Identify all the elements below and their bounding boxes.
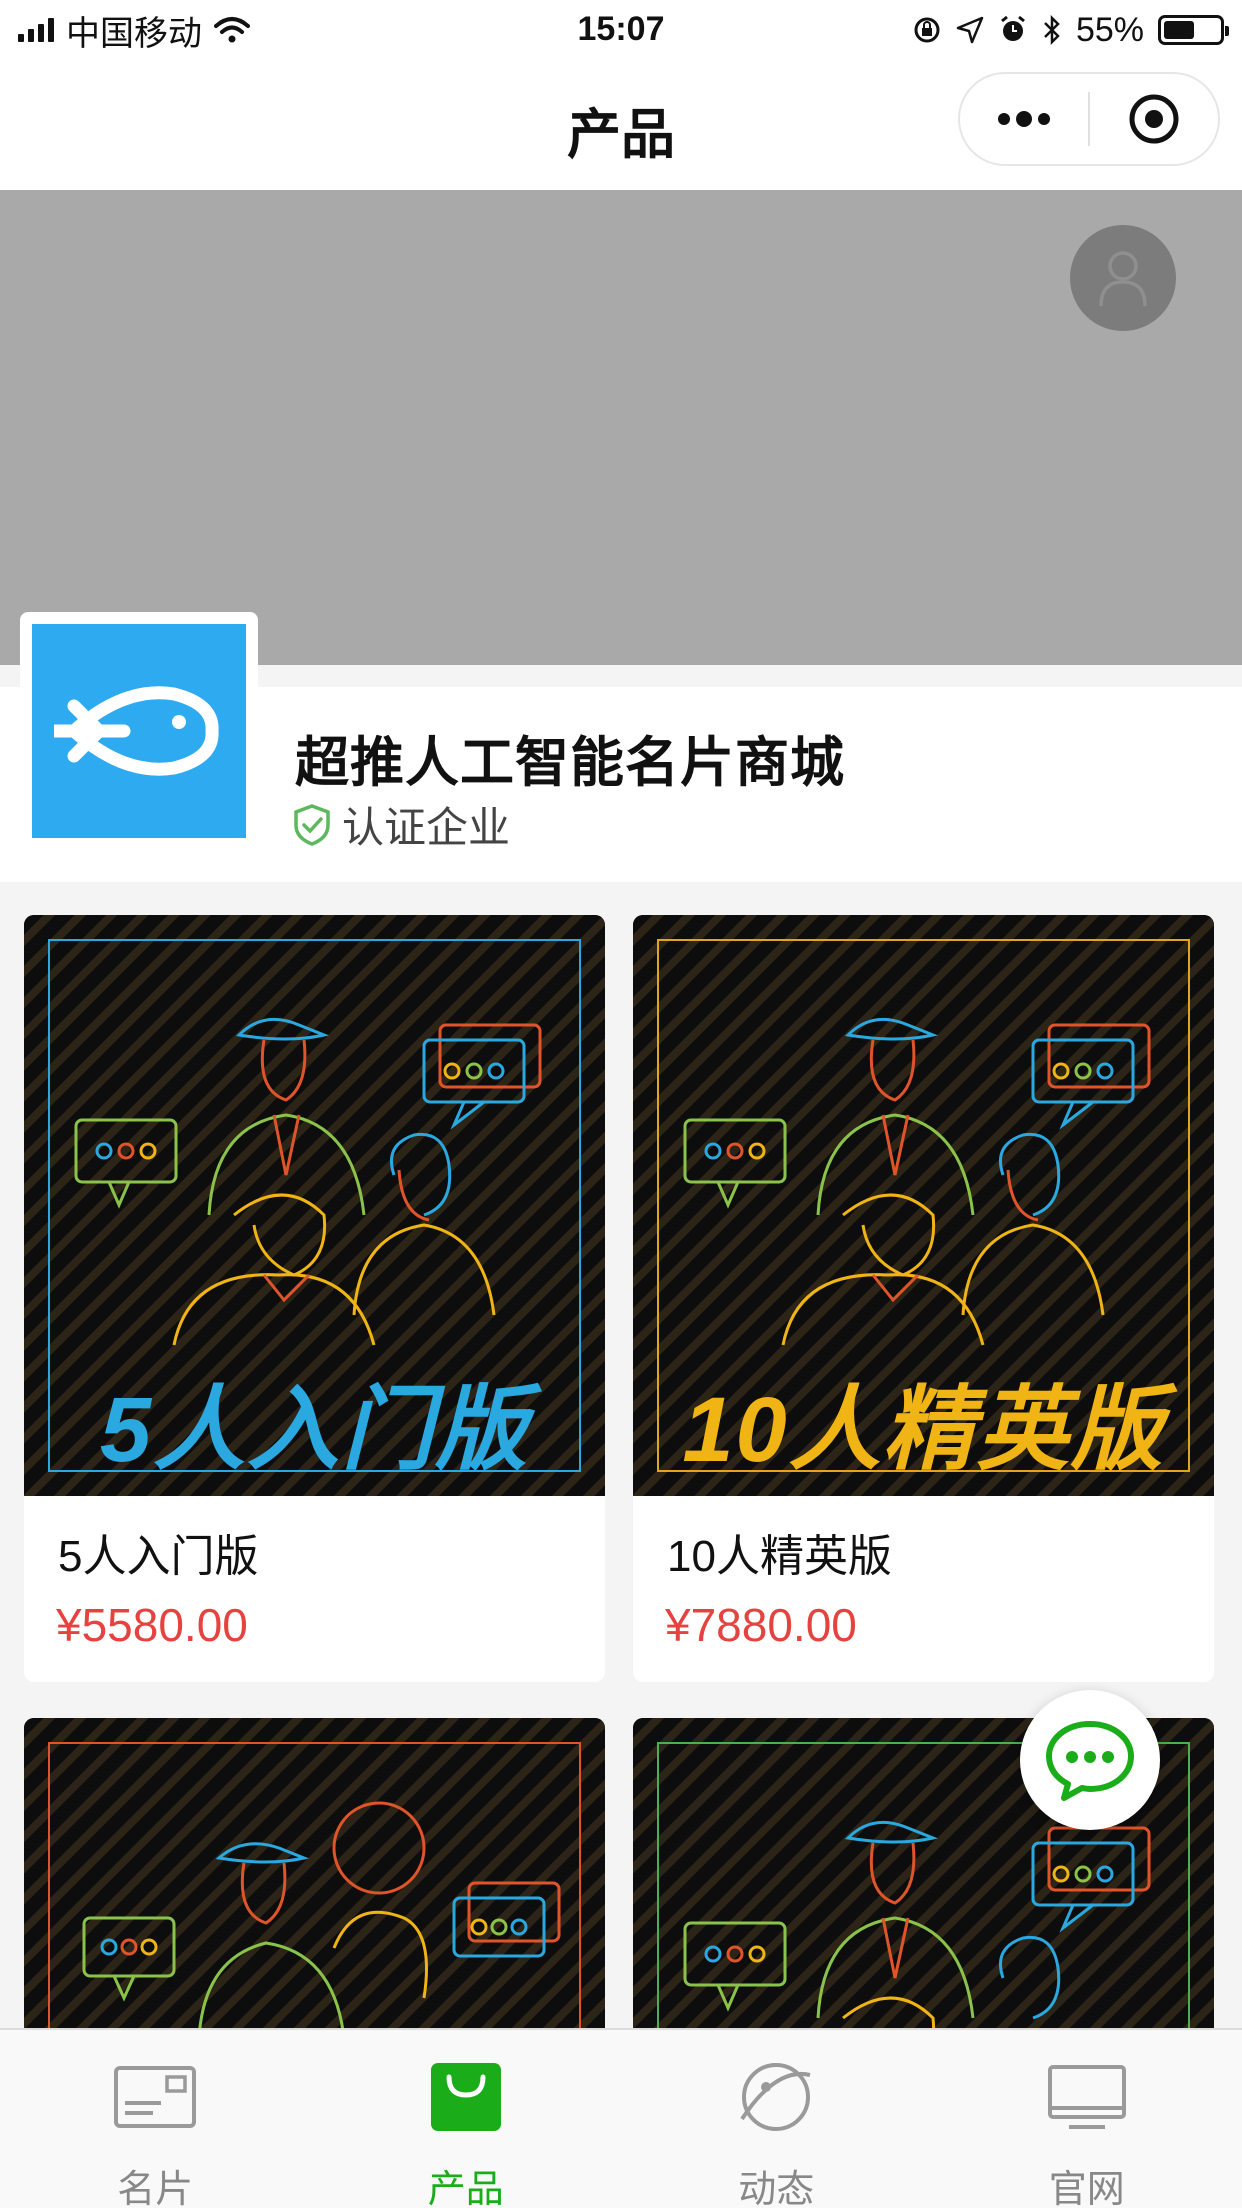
- product-price: ¥7880.00: [665, 1599, 857, 1651]
- tab-label: 名片: [117, 2169, 194, 2208]
- shield-check-icon: [294, 803, 330, 846]
- monitor-icon: [1042, 2052, 1132, 2142]
- battery-icon: [1158, 15, 1229, 45]
- status-right: 55%: [912, 10, 1229, 50]
- more-button[interactable]: [960, 74, 1088, 164]
- product-banner-text: 5人入门版: [99, 1379, 530, 1481]
- more-dots-icon: [998, 111, 1050, 127]
- product-image: 10人精英版: [633, 915, 1214, 1496]
- location-icon: [956, 16, 984, 44]
- tab-moments[interactable]: 动态: [621, 2030, 932, 2208]
- chat-button[interactable]: [1020, 1690, 1160, 1830]
- planet-icon: [731, 2052, 821, 2142]
- product-banner-text: 10人精英版: [682, 1379, 1165, 1481]
- tab-label: 动态: [738, 2169, 815, 2208]
- verified-label: 认证企业: [342, 804, 511, 851]
- tab-card[interactable]: 名片: [0, 2030, 311, 2208]
- tab-website[interactable]: 官网: [932, 2030, 1242, 2208]
- company-logo: [20, 612, 258, 850]
- battery-percent: 55%: [1075, 10, 1144, 49]
- product-card[interactable]: 5人入门版 5人入门版 ¥5580.00: [24, 915, 605, 1682]
- bluetooth-icon: [1044, 14, 1060, 46]
- bag-icon: [421, 2052, 511, 2142]
- fish-logo-icon: [54, 686, 219, 776]
- product-price: ¥5580.00: [56, 1599, 248, 1651]
- alarm-icon: [1001, 15, 1025, 41]
- target-icon: [1129, 94, 1179, 144]
- product-card[interactable]: 10人精英版 10人精英版 ¥7880.00: [633, 915, 1214, 1682]
- tab-label: 官网: [1048, 2169, 1125, 2208]
- verified-badge: 认证企业: [292, 794, 510, 855]
- people-illustration: [683, 1017, 1151, 1346]
- chat-bubble-icon: [1046, 1721, 1134, 1801]
- logo-tile: [32, 624, 246, 838]
- company-name: 超推人工智能名片商城: [295, 733, 845, 793]
- avatar[interactable]: [1070, 225, 1176, 331]
- card-icon: [110, 2052, 200, 2142]
- product-image: 5人入门版: [24, 915, 605, 1496]
- product-name: 5人入门版: [58, 1532, 259, 1581]
- tab-products[interactable]: 产品: [311, 2030, 622, 2208]
- people-illustration: [74, 1017, 542, 1346]
- status-bar: 中国移动 15:07 55%: [0, 0, 1242, 62]
- navigation-bar: 产品: [0, 62, 1242, 190]
- close-button[interactable]: [1090, 74, 1218, 164]
- tab-label: 产品: [427, 2169, 504, 2208]
- user-icon: [1099, 251, 1147, 307]
- cover-image: [0, 190, 1242, 665]
- tab-bar: 名片 产品 动态 官网: [0, 2028, 1242, 2208]
- mini-program-capsule: [958, 72, 1220, 166]
- product-name: 10人精英版: [667, 1532, 892, 1581]
- rotation-lock-icon: [914, 17, 940, 43]
